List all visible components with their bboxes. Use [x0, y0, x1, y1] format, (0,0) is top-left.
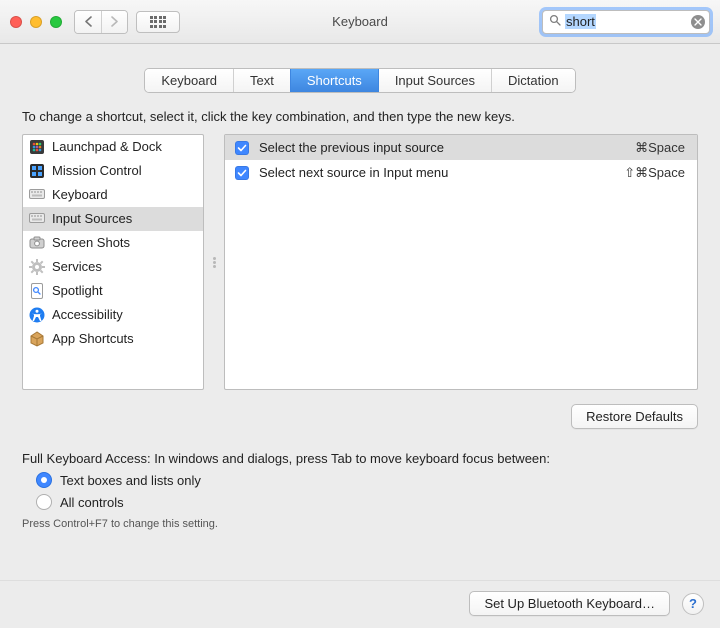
search-icon [549, 14, 561, 29]
chevron-left-icon [84, 16, 93, 27]
category-label: Screen Shots [52, 233, 130, 253]
tab-label: Dictation [508, 73, 559, 88]
gear-icon [29, 259, 45, 275]
fka-hint: Press Control+F7 to change this setting. [22, 518, 698, 530]
fka-title: Full Keyboard Access: In windows and dia… [22, 451, 698, 466]
minimize-window-button[interactable] [30, 16, 42, 28]
shortcut-checkbox[interactable] [235, 166, 249, 180]
category-label: Keyboard [52, 185, 108, 205]
category-label: Services [52, 257, 102, 277]
category-screenshots[interactable]: Screen Shots [23, 231, 203, 255]
button-label: Set Up Bluetooth Keyboard… [484, 596, 655, 611]
category-launchpad[interactable]: Launchpad & Dock [23, 135, 203, 159]
category-label: Mission Control [52, 161, 142, 181]
chevron-right-icon [110, 16, 119, 27]
tab-keyboard[interactable]: Keyboard [145, 69, 233, 92]
radio-label: Text boxes and lists only [60, 473, 201, 488]
window-controls [10, 16, 62, 28]
shortcut-list[interactable]: Select the previous input source ⌘Space … [224, 134, 698, 390]
category-label: Input Sources [52, 209, 132, 229]
button-label: Restore Defaults [586, 409, 683, 424]
keyboard-icon [29, 187, 45, 203]
fka-option-allcontrols[interactable]: All controls [36, 494, 698, 510]
apps-icon [29, 331, 45, 347]
restore-row: Restore Defaults [22, 404, 698, 429]
category-label: Spotlight [52, 281, 103, 301]
category-services[interactable]: Services [23, 255, 203, 279]
shortcut-checkbox[interactable] [235, 141, 249, 155]
tab-label: Text [250, 73, 274, 88]
tab-text[interactable]: Text [233, 69, 290, 92]
search-input-text[interactable]: short [565, 14, 596, 29]
check-icon [237, 143, 247, 153]
mission-control-icon [29, 163, 45, 179]
pref-tabs: Keyboard Text Shortcuts Input Sources Di… [144, 68, 575, 93]
category-label: Accessibility [52, 305, 123, 325]
bottom-bar: Set Up Bluetooth Keyboard… ? [0, 580, 720, 628]
category-mission-control[interactable]: Mission Control [23, 159, 203, 183]
title-bar: Keyboard short [0, 0, 720, 44]
forward-button[interactable] [101, 11, 127, 33]
category-keyboard[interactable]: Keyboard [23, 183, 203, 207]
shortcut-row[interactable]: Select next source in Input menu ⇧⌘Space [225, 160, 697, 185]
restore-defaults-button[interactable]: Restore Defaults [571, 404, 698, 429]
category-label: Launchpad & Dock [52, 137, 162, 157]
grid-icon [150, 16, 167, 28]
zoom-window-button[interactable] [50, 16, 62, 28]
close-window-button[interactable] [10, 16, 22, 28]
keyboard-icon [29, 211, 45, 227]
clear-search-button[interactable] [691, 15, 705, 29]
category-label: App Shortcuts [52, 329, 134, 349]
radio-button[interactable] [36, 494, 52, 510]
help-button[interactable]: ? [682, 593, 704, 615]
close-icon [694, 18, 702, 26]
search-field[interactable]: short [542, 10, 710, 34]
content-area: Keyboard Text Shortcuts Input Sources Di… [0, 44, 720, 540]
fka-option-textboxes[interactable]: Text boxes and lists only [36, 472, 698, 488]
category-input-sources[interactable]: Input Sources [23, 207, 203, 231]
nav-back-forward [74, 10, 128, 34]
back-button[interactable] [75, 11, 101, 33]
tab-label: Shortcuts [307, 73, 362, 88]
full-keyboard-access: Full Keyboard Access: In windows and dia… [22, 451, 698, 530]
category-spotlight[interactable]: Spotlight [23, 279, 203, 303]
tab-input-sources[interactable]: Input Sources [378, 69, 491, 92]
instruction-text: To change a shortcut, select it, click t… [22, 109, 698, 124]
category-app-shortcuts[interactable]: App Shortcuts [23, 327, 203, 351]
category-list[interactable]: Launchpad & Dock Mission Control Keyboar… [22, 134, 204, 390]
radio-label: All controls [60, 495, 124, 510]
check-icon [237, 168, 247, 178]
setup-bluetooth-keyboard-button[interactable]: Set Up Bluetooth Keyboard… [469, 591, 670, 616]
shortcut-key[interactable]: ⌘Space [605, 138, 685, 157]
shortcut-row[interactable]: Select the previous input source ⌘Space [225, 135, 697, 160]
shortcut-label: Select next source in Input menu [259, 163, 595, 182]
tab-label: Input Sources [395, 73, 475, 88]
launchpad-icon [29, 139, 45, 155]
shortcut-label: Select the previous input source [259, 138, 595, 157]
shortcut-key[interactable]: ⇧⌘Space [605, 163, 685, 182]
radio-button[interactable] [36, 472, 52, 488]
tab-label: Keyboard [161, 73, 217, 88]
pane-splitter[interactable] [212, 134, 216, 390]
show-all-prefs-button[interactable] [136, 11, 180, 33]
question-icon: ? [689, 596, 697, 611]
spotlight-icon [29, 283, 45, 299]
tab-dictation[interactable]: Dictation [491, 69, 575, 92]
accessibility-icon [29, 307, 45, 323]
camera-icon [29, 235, 45, 251]
tab-shortcuts[interactable]: Shortcuts [290, 69, 378, 92]
shortcut-panes: Launchpad & Dock Mission Control Keyboar… [22, 134, 698, 390]
category-accessibility[interactable]: Accessibility [23, 303, 203, 327]
